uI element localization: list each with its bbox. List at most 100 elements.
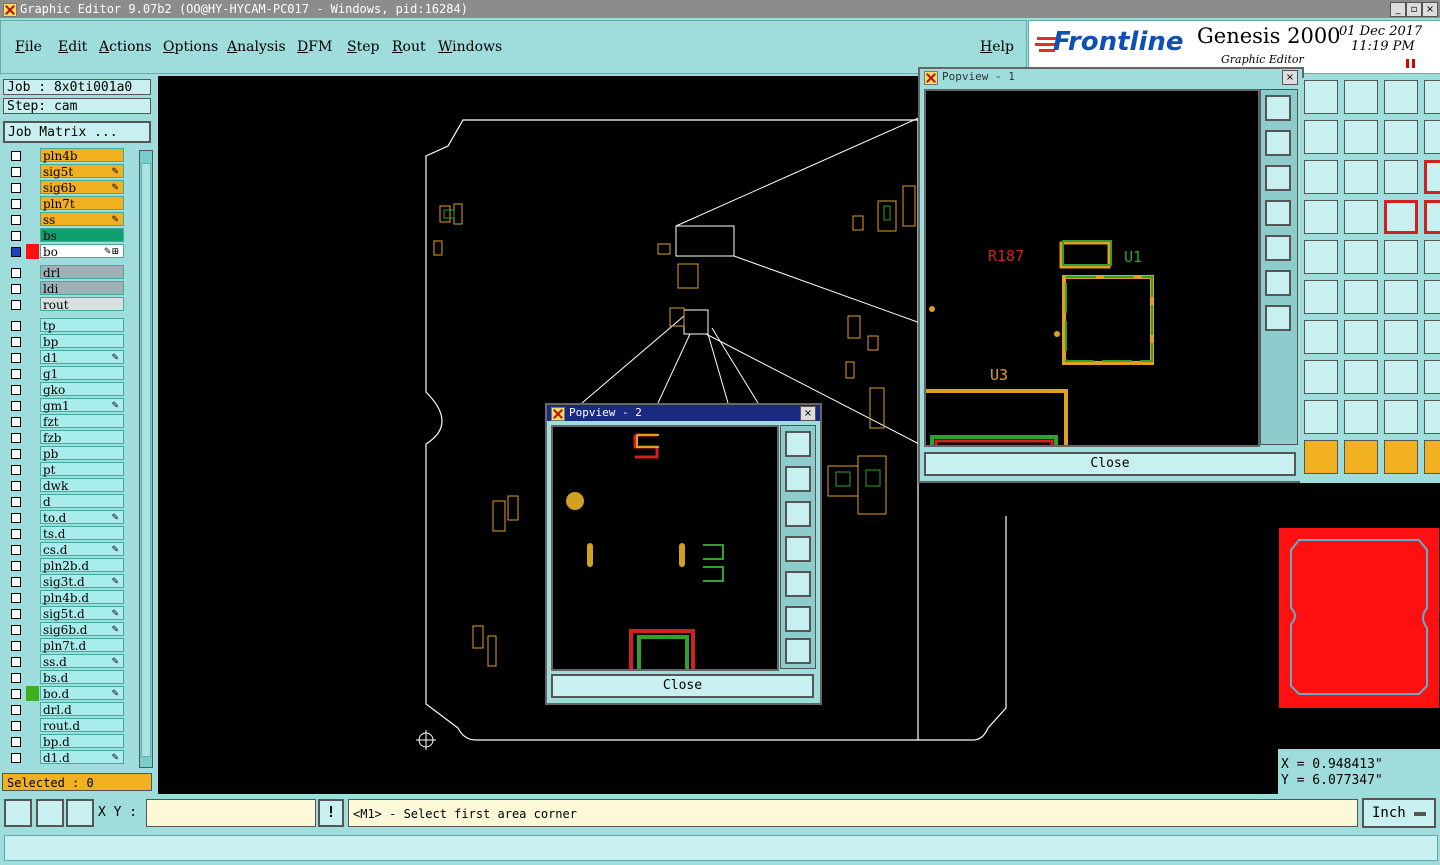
- zoom-icon[interactable]: [1304, 160, 1338, 194]
- layer-checkbox[interactable]: [11, 268, 21, 278]
- scale-icon[interactable]: [1384, 160, 1418, 194]
- layer-color-swatch[interactable]: [26, 638, 39, 653]
- layer-color-swatch[interactable]: [26, 350, 39, 365]
- popview-2-zoom-icon[interactable]: [785, 431, 811, 457]
- layer-checkbox[interactable]: [11, 284, 21, 294]
- layer-color-swatch[interactable]: [26, 398, 39, 413]
- layer-color-swatch[interactable]: [26, 265, 39, 280]
- layer-row[interactable]: dwk: [7, 478, 125, 493]
- layer-checkbox[interactable]: [11, 433, 21, 443]
- layer-color-swatch[interactable]: [26, 196, 39, 211]
- layer-checkbox[interactable]: [11, 247, 21, 257]
- layer-row[interactable]: pb: [7, 446, 125, 461]
- layer-color-swatch[interactable]: [26, 462, 39, 477]
- scrollbar-thumb[interactable]: [141, 163, 151, 757]
- layer-checkbox[interactable]: [11, 167, 21, 177]
- layer-row[interactable]: ts.d: [7, 526, 125, 541]
- layer-checkbox[interactable]: [11, 641, 21, 651]
- layer-color-swatch[interactable]: [26, 526, 39, 541]
- layer-checkbox[interactable]: [11, 657, 21, 667]
- layer-row[interactable]: sig5t.d ✎: [7, 606, 125, 621]
- ruler-icon[interactable]: [1384, 240, 1418, 274]
- layer-checkbox[interactable]: [11, 593, 21, 603]
- layer-row[interactable]: drl.d: [7, 702, 125, 717]
- link-icon[interactable]: [1384, 200, 1418, 234]
- slash-icon[interactable]: [1304, 320, 1338, 354]
- menu-file[interactable]: File: [15, 39, 42, 55]
- layer-checkbox[interactable]: [11, 385, 21, 395]
- tri2-icon[interactable]: [1344, 400, 1378, 434]
- layer-checkbox[interactable]: [11, 753, 21, 763]
- help-icon[interactable]: [1424, 160, 1440, 194]
- layer-row[interactable]: sig5t ✎: [7, 164, 125, 179]
- layer-row[interactable]: gm1 ✎: [7, 398, 125, 413]
- layer-row[interactable]: g1: [7, 366, 125, 381]
- menu-windows[interactable]: Windows: [438, 39, 502, 55]
- layer-checkbox[interactable]: [11, 689, 21, 699]
- layer-color-swatch[interactable]: [26, 494, 39, 509]
- slash2-icon[interactable]: [1344, 320, 1378, 354]
- menu-rout[interactable]: Rout: [392, 39, 426, 55]
- layer-color-swatch[interactable]: [26, 212, 39, 227]
- layer-color-swatch[interactable]: [26, 446, 39, 461]
- layer-color-swatch[interactable]: [26, 670, 39, 685]
- layer-row[interactable]: fzt: [7, 414, 125, 429]
- layer-row[interactable]: ss ✎: [7, 212, 125, 227]
- layer-row[interactable]: rout: [7, 297, 125, 312]
- arc-icon[interactable]: [1384, 320, 1418, 354]
- layer-checkbox[interactable]: [11, 449, 21, 459]
- layer-row[interactable]: d1.d ✎: [7, 750, 125, 765]
- layer-row[interactable]: pln7t: [7, 196, 125, 211]
- popview-1-close-icon[interactable]: ×: [1282, 70, 1298, 85]
- popview-2-canvas[interactable]: [551, 425, 779, 671]
- popview-2-pan-right-icon[interactable]: [785, 571, 811, 597]
- layer-color-swatch[interactable]: [26, 297, 39, 312]
- layer-checkbox[interactable]: [11, 513, 21, 523]
- layer-checkbox[interactable]: [11, 401, 21, 411]
- layer-color-swatch[interactable]: [26, 382, 39, 397]
- popview-2-pan-down-icon[interactable]: [785, 501, 811, 527]
- layer-row[interactable]: pln2b.d: [7, 558, 125, 573]
- layer-checkbox[interactable]: [11, 231, 21, 241]
- layer-color-swatch[interactable]: [26, 244, 39, 259]
- text-icon[interactable]: [1424, 320, 1440, 354]
- layer-color-swatch[interactable]: [26, 430, 39, 445]
- layer-row[interactable]: sig6b.d ✎: [7, 622, 125, 637]
- layer-color-swatch[interactable]: [26, 590, 39, 605]
- layer-color-swatch[interactable]: [26, 334, 39, 349]
- window-icon[interactable]: [1424, 80, 1440, 114]
- layer-color-swatch[interactable]: [26, 510, 39, 525]
- layer-checkbox[interactable]: [11, 151, 21, 161]
- layer-checkbox[interactable]: [11, 625, 21, 635]
- house-icon[interactable]: [1384, 80, 1418, 114]
- layer-checkbox[interactable]: [11, 417, 21, 427]
- layer-row[interactable]: ldi: [7, 281, 125, 296]
- layer-row[interactable]: bo ✎⊞: [7, 244, 125, 259]
- menu-step[interactable]: Step: [347, 39, 379, 55]
- layer-color-swatch[interactable]: [26, 180, 39, 195]
- bar-icon[interactable]: [1344, 360, 1378, 394]
- layer-checkbox[interactable]: [11, 481, 21, 491]
- job-matrix-button[interactable]: Job Matrix ...: [3, 121, 151, 143]
- grid-tool-icon[interactable]: [66, 799, 94, 827]
- layer-row[interactable]: bs: [7, 228, 125, 243]
- layer-checkbox[interactable]: [11, 577, 21, 587]
- menu-actions[interactable]: Actions: [99, 39, 152, 55]
- layer-color-swatch[interactable]: [26, 702, 39, 717]
- popview-1-canvas[interactable]: R187 U1 U3: [924, 89, 1260, 447]
- grid2-icon[interactable]: [1344, 200, 1378, 234]
- layer-color-swatch[interactable]: [26, 478, 39, 493]
- grid-icon[interactable]: [1304, 200, 1338, 234]
- xy-input[interactable]: [146, 799, 316, 827]
- popview-1-close-button[interactable]: Close: [924, 452, 1296, 476]
- layer-checkbox[interactable]: [11, 321, 21, 331]
- cross-icon[interactable]: [1344, 280, 1378, 314]
- layer-row[interactable]: ss.d ✎: [7, 654, 125, 669]
- menu-help[interactable]: Help: [980, 39, 1014, 55]
- menu-edit[interactable]: Edit: [58, 39, 87, 55]
- layer-color-swatch[interactable]: [26, 750, 39, 765]
- fit-icon[interactable]: [1384, 120, 1418, 154]
- popview-2-pan-left-icon[interactable]: [785, 536, 811, 562]
- layer-color-swatch[interactable]: [26, 542, 39, 557]
- popview-1-pan-right-icon[interactable]: [1265, 235, 1291, 261]
